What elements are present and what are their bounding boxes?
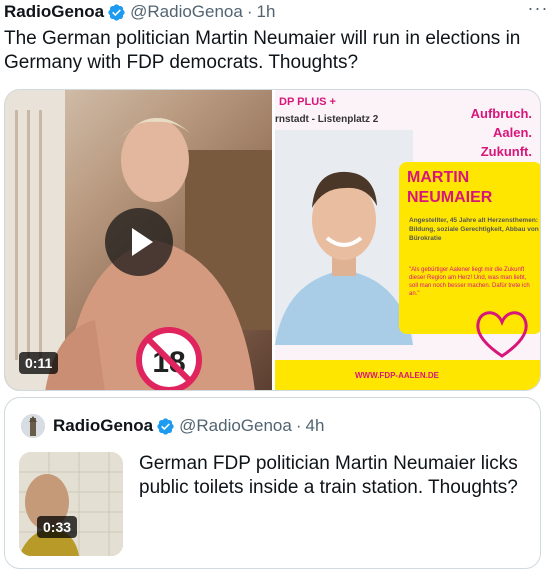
poster-slogan: Aufbruch. Aalen. Zukunft. (470, 106, 532, 159)
poster-url: WWW.FDP-AALEN.DE (355, 371, 439, 380)
more-options-icon[interactable]: ··· (525, 0, 551, 22)
quoted-tweet-time[interactable]: 4h (306, 416, 325, 436)
play-button[interactable] (105, 208, 173, 276)
candidate-info: Angestellter, 45 Jahre alt Herzensthemen… (409, 217, 539, 242)
candidate-photo (275, 130, 413, 345)
candidate-name: MARTIN NEUMAIER (407, 169, 493, 206)
poster-subtitle: rnstadt - Listenplatz 2 (275, 114, 379, 125)
media-grid[interactable]: 18 0:11 DP PLUS + rnstadt - Listenplatz … (4, 89, 541, 391)
video-thumbnail[interactable]: 18 0:11 (5, 90, 272, 390)
tweet-header: RadioGenoa @RadioGenoa · 1h (4, 0, 551, 24)
quoted-tweet-header: RadioGenoa @RadioGenoa · 4h (53, 416, 324, 436)
candidate-quote: "Als gebürtiger Aalener liegt mir die Zu… (409, 267, 530, 297)
play-icon (132, 228, 153, 256)
quoted-video-thumbnail[interactable] (19, 452, 123, 556)
verified-badge-icon (157, 417, 174, 435)
separator-dot: · (246, 2, 253, 21)
quoted-tweet[interactable]: RadioGenoa @RadioGenoa · 4h 0:33 German … (4, 397, 541, 569)
tweet-time[interactable]: 1h (257, 2, 276, 22)
quoted-author-name[interactable]: RadioGenoa (53, 416, 153, 436)
poster-party-title: DP PLUS + (279, 96, 336, 108)
quoted-author-handle[interactable]: @RadioGenoa (179, 416, 292, 436)
avatar[interactable] (21, 414, 45, 438)
quoted-video-duration: 0:33 (37, 516, 78, 538)
tweet-text: The German politician Martin Neumaier wi… (4, 28, 521, 73)
video-duration: 0:11 (19, 352, 59, 374)
heart-icon (476, 311, 528, 358)
author-handle[interactable]: @RadioGenoa (130, 2, 243, 22)
poster-url-bar: WWW.FDP-AALEN.DE (275, 360, 540, 390)
campaign-poster-image[interactable]: DP PLUS + rnstadt - Listenplatz 2 Aufbru… (275, 90, 540, 390)
separator-dot: · (295, 416, 302, 435)
age-restriction-icon: 18 (131, 322, 207, 390)
quoted-tweet-text: German FDP politician Martin Neumaier li… (139, 453, 518, 498)
verified-badge-icon (108, 3, 125, 21)
author-name[interactable]: RadioGenoa (4, 2, 104, 22)
